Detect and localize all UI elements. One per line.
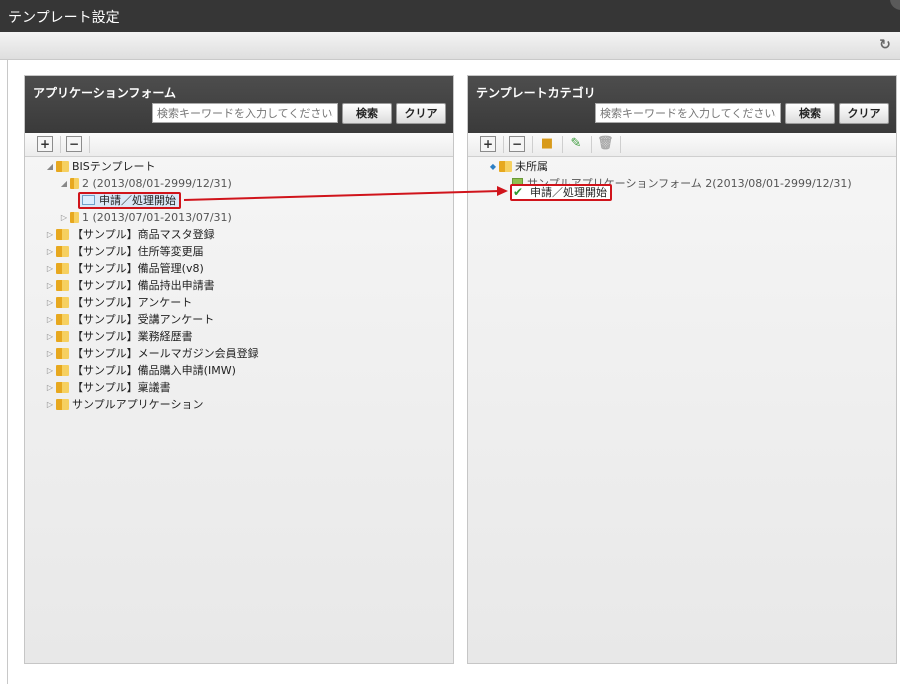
tree-toolbar: + −	[25, 133, 453, 157]
collapsed-arrow-icon[interactable]: ▷	[45, 226, 55, 243]
search-input[interactable]	[595, 103, 781, 123]
collapsed-arrow-icon[interactable]: ▷	[59, 209, 69, 226]
folder-icon	[56, 263, 69, 274]
trash-icon[interactable]: 🗑	[597, 136, 614, 152]
expand-icon[interactable]: ◆	[488, 158, 498, 175]
search-button[interactable]: 検索	[785, 103, 835, 124]
application-form-panel: アプリケーションフォーム 検索 クリア + − ◢BISテンプレート ◢2 (2…	[24, 75, 454, 664]
toolbar-divider	[532, 136, 533, 153]
folder-icon	[56, 280, 69, 291]
check-icon: ✔	[513, 185, 524, 199]
toolbar-divider	[620, 136, 621, 153]
tree-node[interactable]: ▷ 【サンプル】備品管理(v8)	[45, 260, 204, 277]
clear-button[interactable]: クリア	[839, 103, 889, 124]
tree-toolbar: + − ■ ✎ 🗑	[468, 133, 896, 157]
collapsed-arrow-icon[interactable]: ▷	[45, 328, 55, 345]
collapsed-arrow-icon[interactable]: ▷	[45, 294, 55, 311]
drop-target-highlight: ✔ 申請／処理開始	[510, 184, 612, 201]
window-title: テンプレート設定	[8, 10, 120, 26]
collapsed-arrow-icon[interactable]: ▷	[45, 243, 55, 260]
form-icon	[82, 195, 95, 205]
toolbar-divider	[591, 136, 592, 153]
expanded-arrow-icon[interactable]: ◢	[45, 158, 55, 175]
tree-node-dragged[interactable]: ✔ 申請／処理開始	[510, 184, 612, 201]
tree-node[interactable]: ▷ 1 (2013/07/01-2013/07/31)	[59, 209, 232, 226]
collapsed-arrow-icon[interactable]: ▷	[45, 396, 55, 413]
collapse-all-icon[interactable]: −	[509, 136, 525, 152]
tree-node[interactable]: ▷ 【サンプル】備品購入申請(IMW)	[45, 362, 236, 379]
search-button[interactable]: 検索	[342, 103, 392, 124]
expanded-arrow-icon[interactable]: ◢	[59, 175, 69, 192]
tree-node-selected[interactable]: 申請／処理開始	[78, 192, 181, 209]
toolbar-divider	[562, 136, 563, 153]
folder-icon	[56, 382, 69, 393]
tree-node[interactable]: ▷ 【サンプル】稟議書	[45, 379, 171, 396]
toolbar-divider	[89, 136, 90, 153]
panel-header: アプリケーションフォーム 検索 クリア	[25, 76, 453, 133]
collapsed-arrow-icon[interactable]: ▷	[45, 277, 55, 294]
tree-node[interactable]: ◢ BISテンプレート	[45, 158, 156, 175]
tree-node[interactable]: ▷ 【サンプル】商品マスタ登録	[45, 226, 215, 243]
expand-all-icon[interactable]: +	[37, 136, 53, 152]
panel-header: テンプレートカテゴリ 検索 クリア	[468, 76, 896, 133]
window-corner	[890, 0, 900, 10]
folder-icon	[56, 297, 69, 308]
title-bar: テンプレート設定	[0, 0, 900, 32]
tree-node[interactable]: ▷ 【サンプル】受講アンケート	[45, 311, 214, 328]
folder-icon	[56, 314, 69, 325]
folder-icon	[70, 212, 79, 223]
tree-node[interactable]: ▷ 【サンプル】備品持出申請書	[45, 277, 215, 294]
edit-pencil-icon[interactable]: ✎	[568, 136, 584, 152]
folder-icon	[56, 229, 69, 240]
toolbar-divider	[503, 136, 504, 153]
add-folder-icon[interactable]: ■	[539, 136, 555, 152]
main-toolbar: ↻	[0, 32, 900, 60]
tree-node[interactable]: ▷ 【サンプル】業務経歴書	[45, 328, 193, 345]
folder-icon	[56, 399, 69, 410]
folder-icon	[56, 246, 69, 257]
template-category-panel: テンプレートカテゴリ 検索 クリア + − ■ ✎ 🗑 ◆未所属 サンプルアプリ…	[467, 75, 897, 664]
tree-node[interactable]: ▷ 【サンプル】メールマガジン会員登録	[45, 345, 259, 362]
panel-title: アプリケーションフォーム	[33, 86, 177, 100]
search-input[interactable]	[152, 103, 338, 123]
tree-node[interactable]: ▷ 【サンプル】アンケート	[45, 294, 192, 311]
folder-icon	[499, 161, 512, 172]
collapsed-arrow-icon[interactable]: ▷	[45, 345, 55, 362]
collapsed-arrow-icon[interactable]: ▷	[45, 362, 55, 379]
folder-icon	[56, 331, 69, 342]
folder-icon	[56, 348, 69, 359]
folder-icon	[56, 161, 69, 172]
tree-node[interactable]: ◢ 2 (2013/08/01-2999/12/31)	[59, 175, 232, 192]
tree-node[interactable]: ▷ サンプルアプリケーション	[45, 396, 204, 413]
tree-node[interactable]: ◆ 未所属	[488, 158, 548, 175]
selected-item-highlight: 申請／処理開始	[78, 192, 181, 209]
collapsed-arrow-icon[interactable]: ▷	[45, 311, 55, 328]
frame-border	[7, 60, 8, 684]
folder-icon	[56, 365, 69, 376]
collapse-all-icon[interactable]: −	[66, 136, 82, 152]
collapsed-arrow-icon[interactable]: ▷	[45, 379, 55, 396]
folder-icon	[70, 178, 79, 189]
tree-node[interactable]: ▷ 【サンプル】住所等変更届	[45, 243, 204, 260]
collapsed-arrow-icon[interactable]: ▷	[45, 260, 55, 277]
clear-button[interactable]: クリア	[396, 103, 446, 124]
panel-title: テンプレートカテゴリ	[476, 86, 596, 100]
toolbar-divider	[60, 136, 61, 153]
expand-all-icon[interactable]: +	[480, 136, 496, 152]
refresh-icon[interactable]: ↻	[876, 36, 894, 54]
